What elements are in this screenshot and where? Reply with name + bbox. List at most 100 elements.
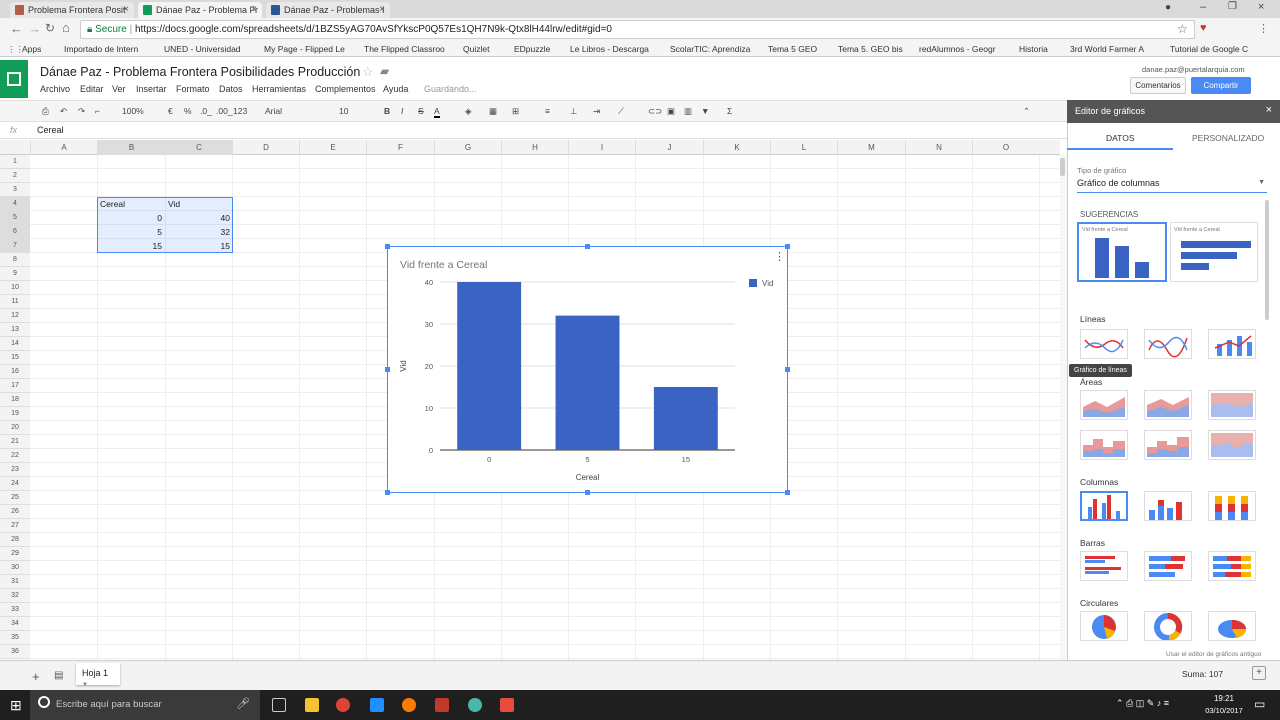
column-header[interactable]: H <box>501 140 568 155</box>
suggestion-bar-chart[interactable]: Vid frente a Cereal <box>1170 222 1258 282</box>
cell-c7[interactable]: 15 <box>165 239 233 253</box>
maximize-icon[interactable]: ❐ <box>1228 1 1237 12</box>
column-header[interactable]: F <box>366 140 434 155</box>
cell-c4[interactable]: Vid <box>165 197 183 211</box>
cell-b4[interactable]: Cereal <box>97 197 128 211</box>
stacked-column-thumb-icon[interactable] <box>1144 491 1192 521</box>
tab-personalizado[interactable]: PERSONALIZADO <box>1192 133 1264 143</box>
sheet-tab-hoja1[interactable]: Hoja 1 ▼ <box>76 663 120 688</box>
chart-type-select[interactable]: Gráfico de columnas ▼ <box>1077 178 1267 193</box>
back-icon[interactable]: ← <box>10 21 23 36</box>
row-header[interactable]: 14 <box>0 337 30 351</box>
row-header[interactable]: 36 <box>0 645 30 659</box>
pie-chart-thumb-icon[interactable] <box>1080 611 1128 641</box>
vertical-scroll-thumb[interactable] <box>1060 158 1065 176</box>
column-header[interactable]: B <box>97 140 165 155</box>
task-view-icon[interactable] <box>272 698 286 712</box>
bookmark-item[interactable]: 3rd World Farmer A <box>1070 44 1144 54</box>
column-header[interactable]: M <box>837 140 905 155</box>
insert-chart-icon[interactable]: ▥ <box>684 106 692 117</box>
menu-archivo[interactable]: Archivo <box>40 84 70 94</box>
column-chart-thumb-icon[interactable] <box>1080 491 1128 521</box>
row-header[interactable]: 32 <box>0 589 30 603</box>
wrap-icon[interactable]: ⇥ <box>593 106 600 117</box>
menu-formato[interactable]: Formato <box>176 84 210 94</box>
bookmark-item[interactable]: Historia <box>1019 44 1048 54</box>
smooth-line-chart-thumb-icon[interactable] <box>1144 329 1192 359</box>
firefox-icon[interactable] <box>402 698 416 712</box>
add-sheet-icon[interactable]: + <box>32 669 40 684</box>
explore-icon[interactable]: + <box>1252 666 1266 680</box>
embedded-chart[interactable]: Vid frente a Cereal 0 10 20 30 40 0 5 15 Cereal Vi… <box>387 246 788 493</box>
stepped-area-thumb-icon[interactable] <box>1080 430 1128 460</box>
close-icon[interactable]: × <box>123 4 129 15</box>
reload-icon[interactable]: ↻ <box>45 21 55 35</box>
star-icon[interactable]: ☆ <box>1177 22 1188 36</box>
resize-handle[interactable] <box>585 244 590 249</box>
menu-ayuda[interactable]: Ayuda <box>383 84 408 94</box>
browser-tab-3[interactable]: Dánae Paz - Problemas I × <box>266 2 390 18</box>
resize-handle[interactable] <box>385 490 390 495</box>
row-header[interactable]: 6 <box>0 225 30 239</box>
formula-input[interactable]: Cereal <box>37 125 64 135</box>
decrease-decimals-button[interactable]: .0_ <box>200 106 212 116</box>
browser-tab-2[interactable]: Dánae Paz - Problema Fr × <box>138 2 262 18</box>
row-header[interactable]: 22 <box>0 449 30 463</box>
close-icon[interactable]: × <box>1266 104 1272 116</box>
bookmark-item[interactable]: redAlumnos - Geogr <box>919 44 996 54</box>
row-header[interactable]: 28 <box>0 533 30 547</box>
print-icon[interactable]: ⎙ <box>42 106 49 117</box>
menu-herramientas[interactable]: Herramientas <box>252 84 306 94</box>
suggestion-column-chart[interactable]: Vid frente a Cereal <box>1077 222 1167 282</box>
row-header[interactable]: 33 <box>0 603 30 617</box>
column-header[interactable]: G <box>434 140 501 155</box>
row-header[interactable]: 11 <box>0 295 30 309</box>
resize-handle[interactable] <box>385 367 390 372</box>
donut-chart-thumb-icon[interactable] <box>1144 611 1192 641</box>
stacked-area-thumb-icon[interactable] <box>1144 390 1192 420</box>
strikethrough-button[interactable]: S <box>418 106 424 116</box>
borders-icon[interactable]: ▦ <box>489 106 497 117</box>
column-header[interactable]: N <box>905 140 972 155</box>
rotate-icon[interactable]: ⟋ <box>618 106 624 117</box>
row-header[interactable]: 19 <box>0 407 30 421</box>
merge-icon[interactable]: ⊞ <box>512 106 519 117</box>
functions-button[interactable]: Σ <box>727 106 732 116</box>
row-header[interactable]: 20 <box>0 421 30 435</box>
menu-icon[interactable]: ⋮ <box>1258 22 1269 35</box>
zoom-select[interactable]: 100% <box>122 106 144 116</box>
font-select[interactable]: Arial <box>265 106 282 116</box>
column-header[interactable]: L <box>770 140 837 155</box>
system-tray-icons[interactable]: ⌃ ⎙ ◫ ✎ ♪ ≡ <box>1116 698 1169 709</box>
format-select[interactable]: 123 <box>233 106 247 116</box>
row-header[interactable]: 10 <box>0 281 30 295</box>
full-stacked-column-thumb-icon[interactable] <box>1208 491 1256 521</box>
old-editor-link[interactable]: Usar el editor de gráficos antiguo <box>1166 651 1261 658</box>
doc-title[interactable]: Dánae Paz - Problema Frontera Posibilida… <box>40 65 360 79</box>
column-header[interactable]: E <box>299 140 366 155</box>
app-icon[interactable] <box>500 698 514 712</box>
row-header[interactable]: 8 <box>0 253 30 267</box>
bookmark-item[interactable]: Importado de Intern <box>64 44 138 54</box>
column-header[interactable]: I <box>568 140 635 155</box>
cell-b7[interactable]: 15 <box>97 239 165 253</box>
align-icon[interactable]: ≡ <box>545 106 550 116</box>
column-header[interactable]: O <box>972 140 1039 155</box>
row-header[interactable]: 13 <box>0 323 30 337</box>
row-header[interactable]: 35 <box>0 631 30 645</box>
row-header[interactable]: 34 <box>0 617 30 631</box>
combo-chart-thumb-icon[interactable] <box>1208 329 1256 359</box>
chart-menu-icon[interactable]: ⋮ <box>774 250 785 263</box>
star-icon[interactable]: ☆ <box>362 64 374 80</box>
bookmark-item[interactable]: Quizlet <box>463 44 489 54</box>
chrome-icon[interactable] <box>336 698 350 712</box>
bold-button[interactable]: B <box>384 106 390 116</box>
bookmark-item[interactable]: Tema 5. GEO bis <box>838 44 903 54</box>
text-color-button[interactable]: A <box>434 106 440 118</box>
cell-b5[interactable]: 0 <box>97 211 165 225</box>
menu-editar[interactable]: Editar <box>80 84 104 94</box>
column-header[interactable]: J <box>635 140 703 155</box>
bookmark-item[interactable]: The Flipped Classroo <box>364 44 445 54</box>
resize-handle[interactable] <box>785 367 790 372</box>
all-sheets-icon[interactable]: ▤ <box>54 670 63 681</box>
